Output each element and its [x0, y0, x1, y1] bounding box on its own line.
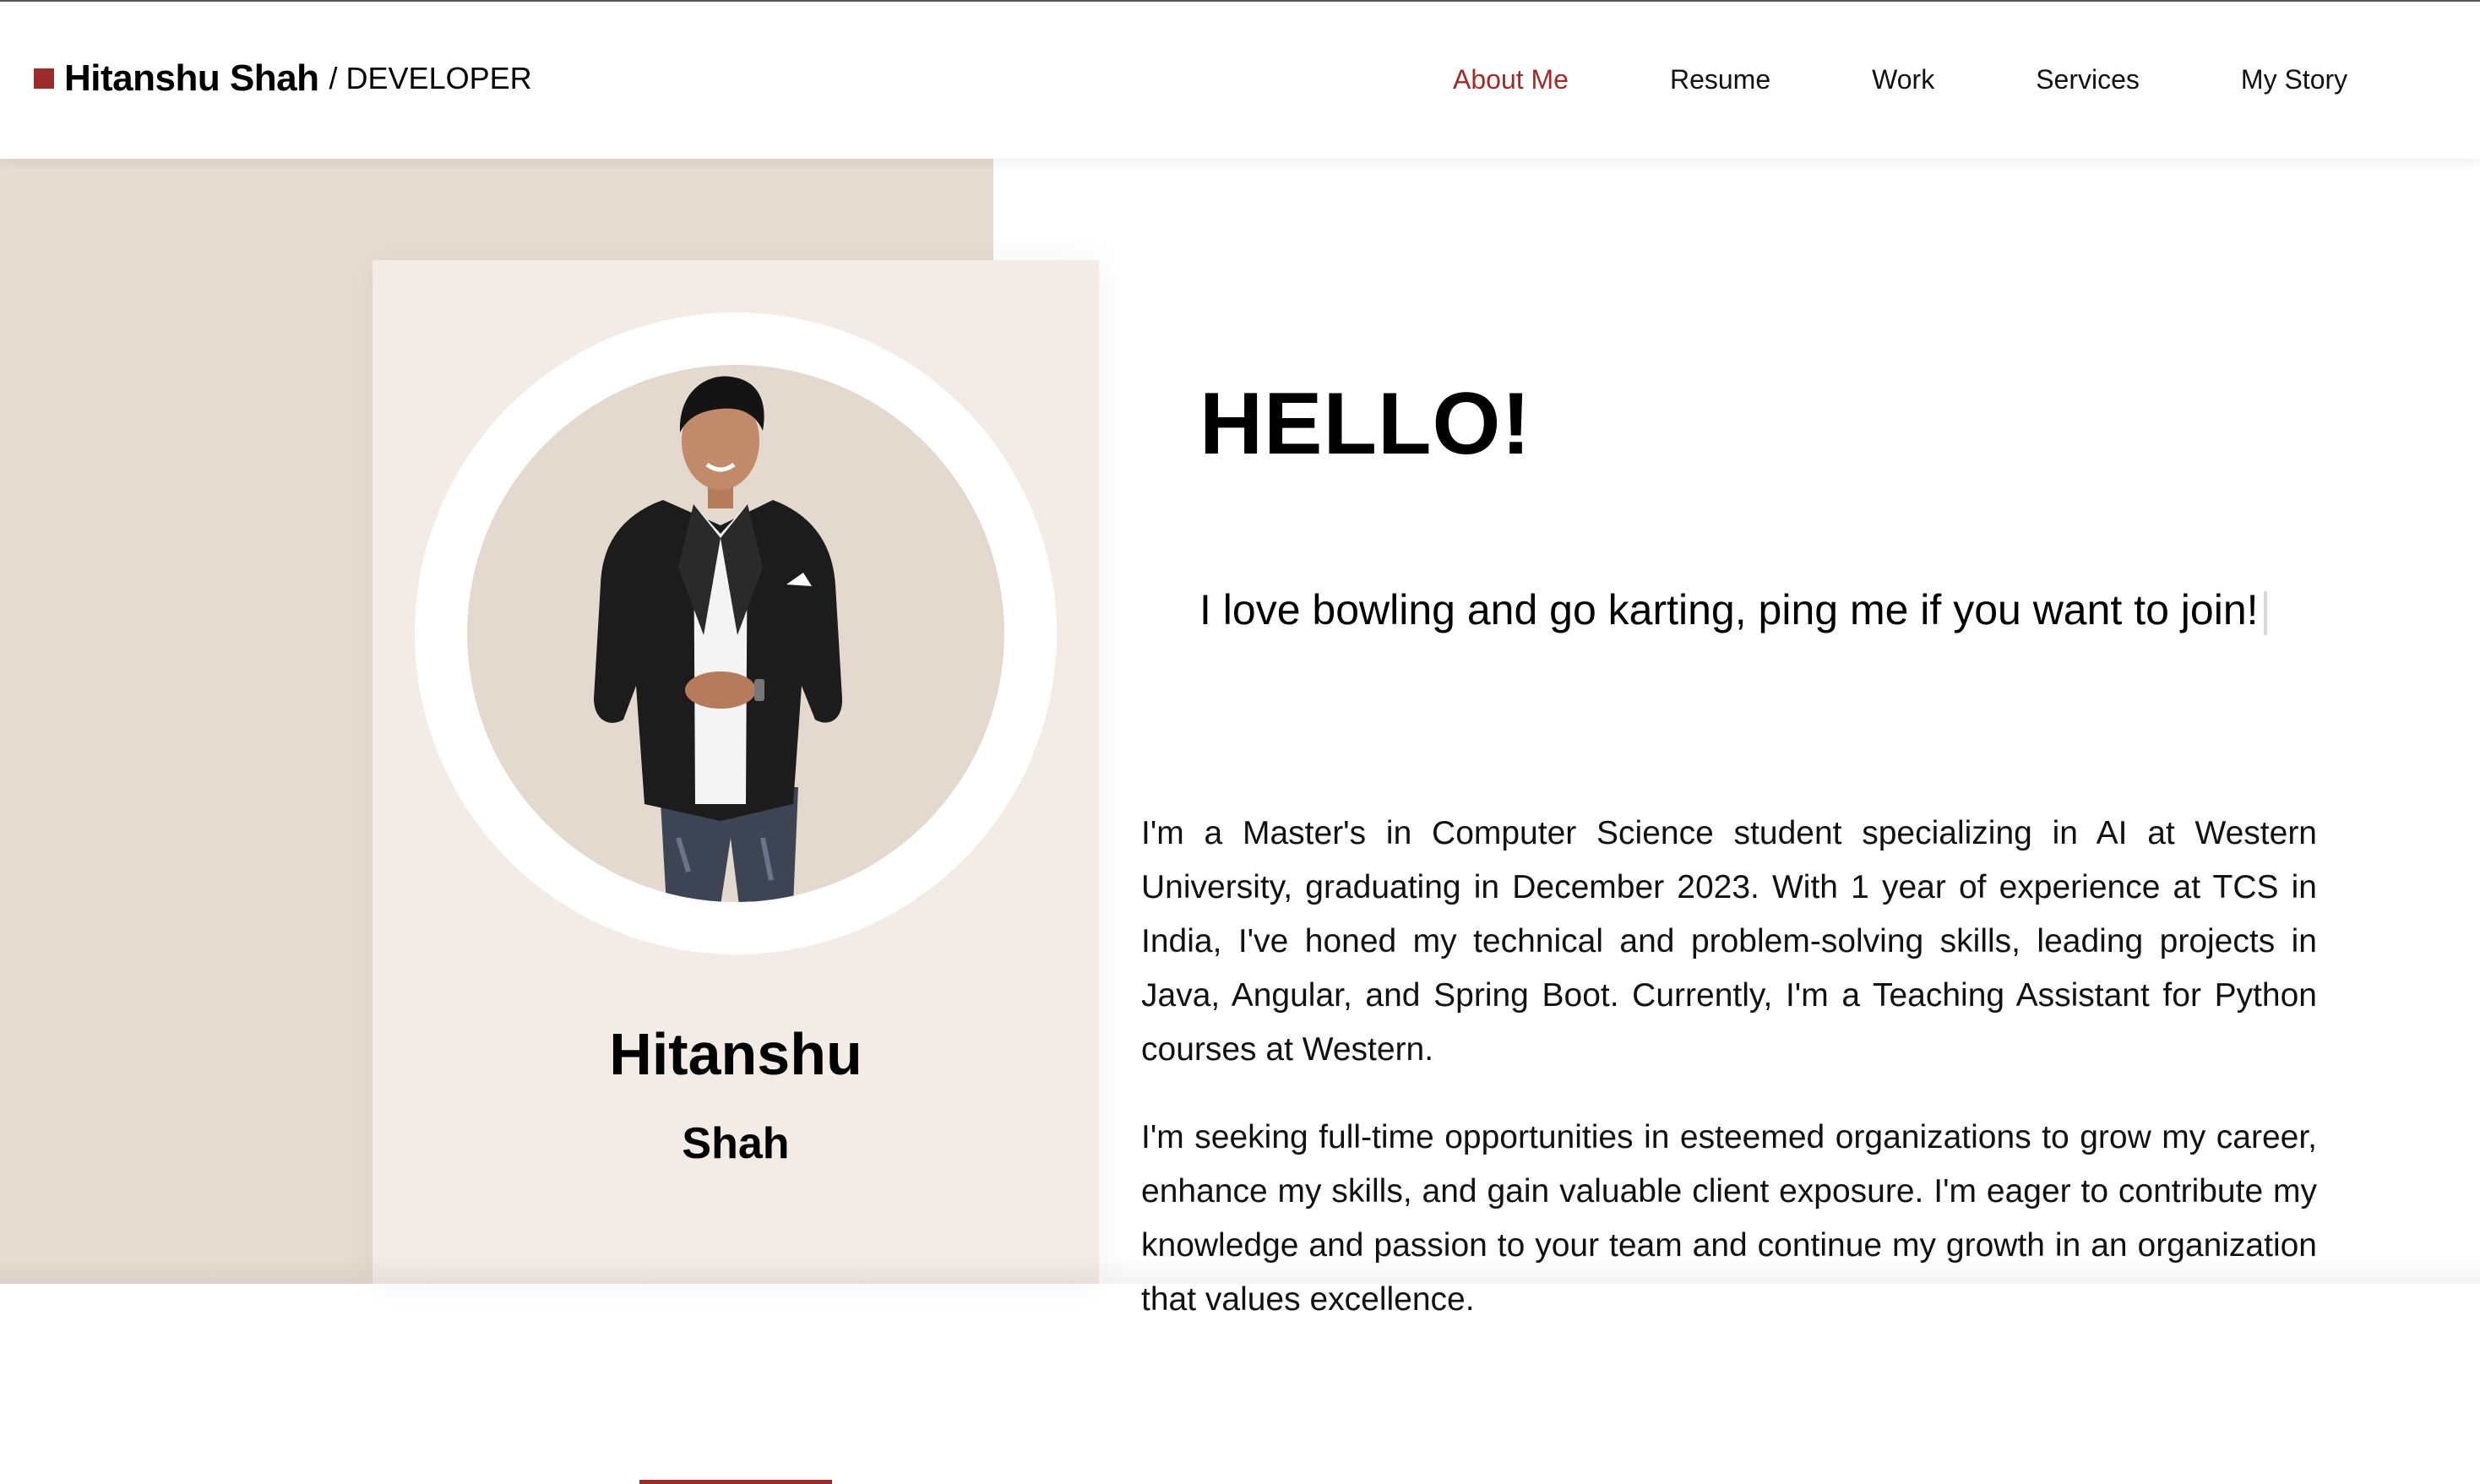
brand-square-icon: [34, 68, 54, 89]
nav-item-resume[interactable]: Resume: [1670, 64, 1770, 95]
profile-card: Hitanshu Shah: [373, 260, 1099, 1484]
main-nav: About Me Resume Work Services My Story: [1453, 64, 2347, 95]
page-heading: HELLO!: [1199, 375, 1532, 473]
nav-item-my-story[interactable]: My Story: [2241, 64, 2347, 95]
tagline: I love bowling and go karting, ping me i…: [1199, 584, 2267, 635]
profile-last-name: Shah: [682, 1119, 790, 1168]
typing-cursor: [2263, 590, 2267, 635]
avatar: [467, 365, 1004, 902]
brand-name: Hitanshu Shah: [64, 57, 319, 99]
accent-divider: [639, 1480, 832, 1484]
bio-paragraph-1: I'm a Master's in Computer Science stude…: [1141, 815, 2317, 1068]
brand-role: / DEVELOPER: [329, 61, 532, 95]
nav-item-work[interactable]: Work: [1872, 64, 1934, 95]
nav-item-about-me[interactable]: About Me: [1453, 64, 1569, 95]
tagline-text: I love bowling and go karting, ping me i…: [1199, 586, 2259, 633]
person-photo-icon: [594, 376, 843, 902]
top-navbar: Hitanshu Shah / DEVELOPER About Me Resum…: [0, 0, 2480, 159]
brand-logo[interactable]: Hitanshu Shah / DEVELOPER: [34, 57, 532, 100]
avatar-ring: [415, 313, 1057, 954]
nav-item-services[interactable]: Services: [2036, 64, 2140, 95]
profile-first-name: Hitanshu: [609, 1021, 862, 1087]
bio-paragraph-2: I'm seeking full-time opportunities in e…: [1141, 1119, 2317, 1318]
